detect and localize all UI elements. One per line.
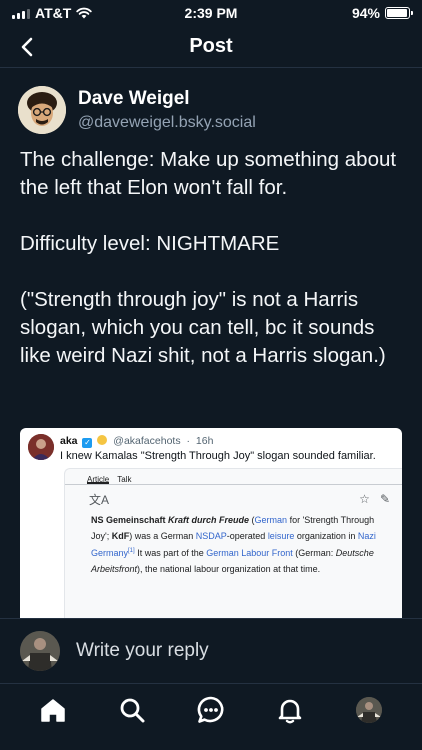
chevron-left-icon	[21, 37, 33, 57]
pencil-icon: ✎	[379, 492, 390, 506]
author-name[interactable]: Dave Weigel	[78, 87, 256, 111]
wiki-tools-right: ☆ ✎	[359, 492, 390, 506]
tab-notifications[interactable]	[270, 690, 310, 730]
wiki-text-fragment: It was part of the	[134, 548, 207, 558]
embedded-image[interactable]: aka ✓ @akafacehots · 16h I knew Kamalas …	[20, 428, 402, 618]
wiki-text: NS Gemeinschaft Kraft durch Freude (Germ…	[65, 507, 402, 577]
status-bar: AT&T 2:39 PM 94%	[0, 0, 422, 26]
post-paragraph: ("Strength through joy" is not a Harris …	[20, 288, 386, 367]
wiki-tab-talk: Talk	[117, 475, 132, 484]
battery-percent: 94%	[351, 5, 380, 21]
wiki-link: German Labour Front	[206, 548, 293, 558]
emoji-icon	[97, 435, 108, 445]
embed-text: I knew Kamalas "Strength Through Joy" sl…	[60, 450, 376, 462]
profile-avatar-image	[355, 697, 382, 723]
wiki-text-fragment: (German:	[292, 548, 336, 558]
embed-meta: aka ✓ @akafacehots · 16h I knew Kamalas …	[60, 434, 376, 463]
carrier-label: AT&T	[35, 5, 72, 21]
status-left: AT&T	[12, 5, 92, 21]
reply-input[interactable]: Write your reply	[76, 640, 209, 662]
author-handle[interactable]: @daveweigel.bsky.social	[78, 112, 256, 134]
wiki-tabs: Article Talk	[65, 469, 402, 485]
embed-avatar	[28, 434, 54, 460]
home-icon	[41, 699, 66, 722]
battery-fill	[387, 9, 407, 17]
embed-time: 16h	[195, 435, 214, 447]
embed-avatar-image	[28, 434, 54, 460]
battery-icon	[385, 7, 413, 19]
tab-search[interactable]	[112, 690, 152, 730]
verified-badge-icon: ✓	[82, 438, 93, 448]
back-button[interactable]	[12, 32, 42, 62]
wiki-link: leisure	[267, 530, 295, 541]
author-avatar[interactable]	[18, 86, 66, 134]
embed-name: aka	[60, 435, 78, 447]
reply-bar[interactable]: Write your reply	[0, 618, 422, 684]
embed-handle: @akafacehots	[113, 435, 181, 447]
wiki-link: German	[254, 515, 288, 525]
bottom-tab-bar	[0, 685, 422, 735]
wiki-text-fragment: KdF	[111, 530, 130, 541]
star-icon: ☆	[359, 492, 370, 506]
chat-icon	[197, 696, 224, 723]
post-paragraph: The challenge: Make up something about t…	[20, 148, 397, 199]
wiki-text-fragment: -operated	[226, 530, 268, 541]
post-paragraph: Difficulty level: NIGHTMARE	[20, 232, 280, 255]
author-text: Dave Weigel @daveweigel.bsky.social	[78, 87, 256, 134]
user-avatar	[20, 631, 60, 671]
author-avatar-image	[18, 86, 66, 134]
wiki-link: NSDAP	[195, 530, 227, 541]
wiki-footnote: [1]	[128, 548, 135, 554]
wiki-text-fragment: organization in	[294, 530, 358, 541]
tab-home[interactable]	[33, 690, 73, 730]
wiki-lead-bold: NS Gemeinschaft	[91, 515, 169, 525]
header: Post	[0, 26, 422, 68]
tab-chat[interactable]	[191, 690, 231, 730]
search-icon	[120, 698, 145, 723]
wiki-text-fragment: ) was a German	[129, 530, 196, 541]
bell-icon	[278, 699, 302, 724]
signal-icon	[12, 8, 30, 19]
wiki-text-fragment: ), the national labour organization at t…	[137, 563, 321, 574]
wiki-tools: 文A ☆ ✎	[65, 485, 402, 507]
embed-header: aka ✓ @akafacehots · 16h I knew Kamalas …	[20, 428, 402, 463]
post-body: The challenge: Make up something about t…	[20, 146, 406, 370]
embed-separator: ·	[186, 435, 191, 447]
wifi-icon	[76, 7, 92, 19]
wiki-screenshot: Article Talk 文A ☆ ✎ NS Gemeinschaft Kraf…	[64, 468, 402, 618]
status-right: 94%	[351, 5, 413, 21]
tab-profile[interactable]	[349, 690, 389, 730]
wiki-tab-article: Article	[87, 475, 110, 484]
post-author: Dave Weigel @daveweigel.bsky.social	[18, 86, 256, 134]
page-title: Post	[189, 35, 233, 57]
profile-avatar	[355, 697, 382, 723]
user-avatar-image	[20, 631, 60, 671]
translate-icon: 文A	[89, 492, 110, 507]
wiki-lead-title: Kraft durch Freude	[168, 515, 250, 525]
